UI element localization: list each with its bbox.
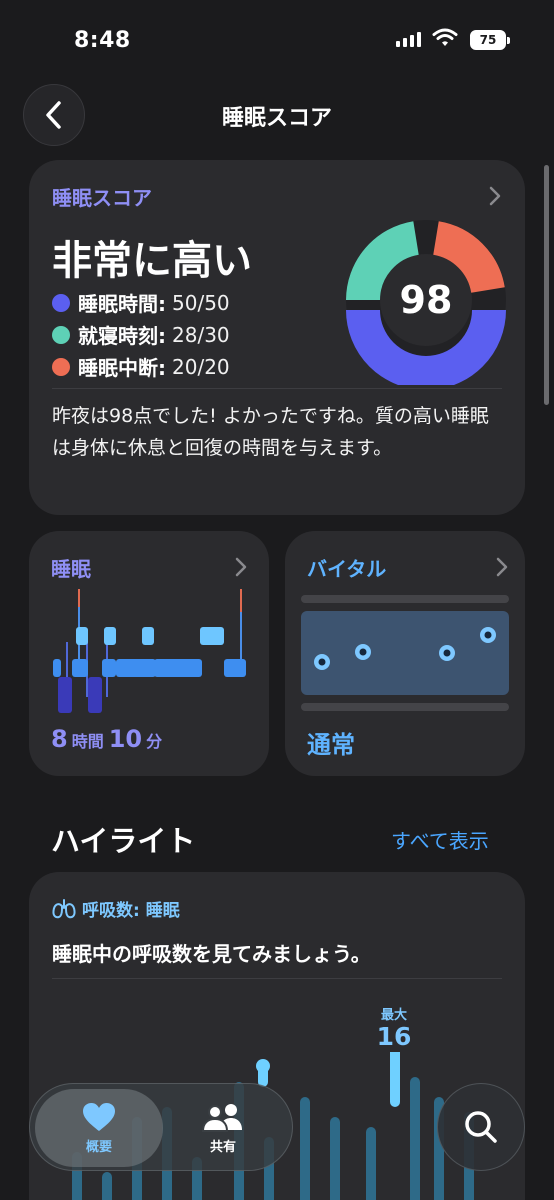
metric-dot	[52, 293, 70, 312]
vitals-range-graph	[301, 595, 509, 711]
page-title: 睡眠スコア	[221, 106, 332, 131]
status-time: 8:48	[74, 28, 131, 53]
score-card-label: 睡眠スコア	[52, 186, 152, 210]
metric-name: 睡眠時間:	[78, 292, 166, 316]
lungs-icon	[52, 898, 76, 918]
metric-value: 20/20	[172, 354, 230, 379]
metric-dot	[52, 325, 70, 344]
tab-label: 概要	[85, 1139, 112, 1155]
search-icon	[465, 1111, 497, 1143]
sleep-hours-unit: 時間	[71, 732, 104, 751]
search-button[interactable]	[437, 1083, 525, 1171]
heart-icon	[83, 1102, 115, 1131]
tab-bar: 概要 共有	[29, 1083, 293, 1171]
highlight-tag: 呼吸数: 睡眠	[52, 896, 180, 921]
tab-sharing[interactable]: 共有	[159, 1089, 287, 1167]
metric-value: 50/50	[172, 290, 230, 315]
sleep-card-title: 睡眠	[51, 557, 91, 581]
tab-summary[interactable]: 概要	[35, 1089, 163, 1167]
vitals-status: 通常	[307, 731, 355, 759]
chevron-right-icon	[496, 557, 508, 577]
score-value: 98	[399, 278, 453, 322]
chevron-right-icon	[489, 186, 501, 206]
sleep-score-card[interactable]: 睡眠スコア 非常に高い 睡眠時間: 50/50 就寝時刻: 28/30 睡眠中断…	[29, 160, 525, 515]
chevron-right-icon	[235, 557, 247, 577]
metric-bedtime: 就寝時刻: 28/30	[52, 320, 230, 349]
sleep-minutes: 10	[108, 725, 143, 753]
score-description: 昨夜は98点でした! よかったですね。質の高い睡眠は身体に休息と回復の時間を与え…	[52, 405, 489, 459]
highlight-tag-label: 呼吸数: 睡眠	[82, 901, 180, 921]
metric-dot	[52, 357, 70, 376]
metric-name: 就寝時刻:	[78, 324, 166, 348]
score-donut-chart: 98	[341, 215, 511, 390]
sleep-hours: 8	[51, 725, 68, 753]
divider	[52, 388, 502, 389]
sleep-stages-graph	[53, 589, 246, 713]
tab-label: 共有	[209, 1139, 236, 1155]
highlights-title: ハイライト	[51, 824, 196, 858]
metric-interruptions: 睡眠中断: 20/20	[52, 352, 230, 381]
people-icon	[201, 1103, 242, 1132]
max-value: 16	[376, 1022, 412, 1051]
metric-sleep-duration: 睡眠時間: 50/50	[52, 288, 230, 317]
max-label: 最大	[380, 1008, 407, 1023]
vitals-card[interactable]: バイタル 通常	[285, 531, 525, 776]
battery-icon: 75	[470, 30, 510, 50]
sleep-duration: 8 時間 10 分	[51, 725, 167, 753]
sleep-card[interactable]: 睡眠 8 時間 10 分	[29, 531, 269, 776]
divider	[52, 978, 502, 979]
sleep-minutes-unit: 分	[146, 732, 163, 751]
wifi-icon	[432, 28, 458, 46]
cellular-signal-icon	[396, 31, 421, 47]
highlight-text: 睡眠中の呼吸数を見てみましょう。	[52, 942, 371, 966]
scrollbar[interactable]	[544, 165, 549, 405]
status-bar: 8:48 75	[0, 0, 554, 80]
metric-value: 28/30	[172, 322, 230, 347]
metric-name: 睡眠中断:	[78, 356, 166, 380]
score-headline: 非常に高い	[52, 238, 252, 284]
vitals-card-title: バイタル	[307, 557, 387, 581]
show-all-link[interactable]: すべて表示	[391, 825, 489, 854]
